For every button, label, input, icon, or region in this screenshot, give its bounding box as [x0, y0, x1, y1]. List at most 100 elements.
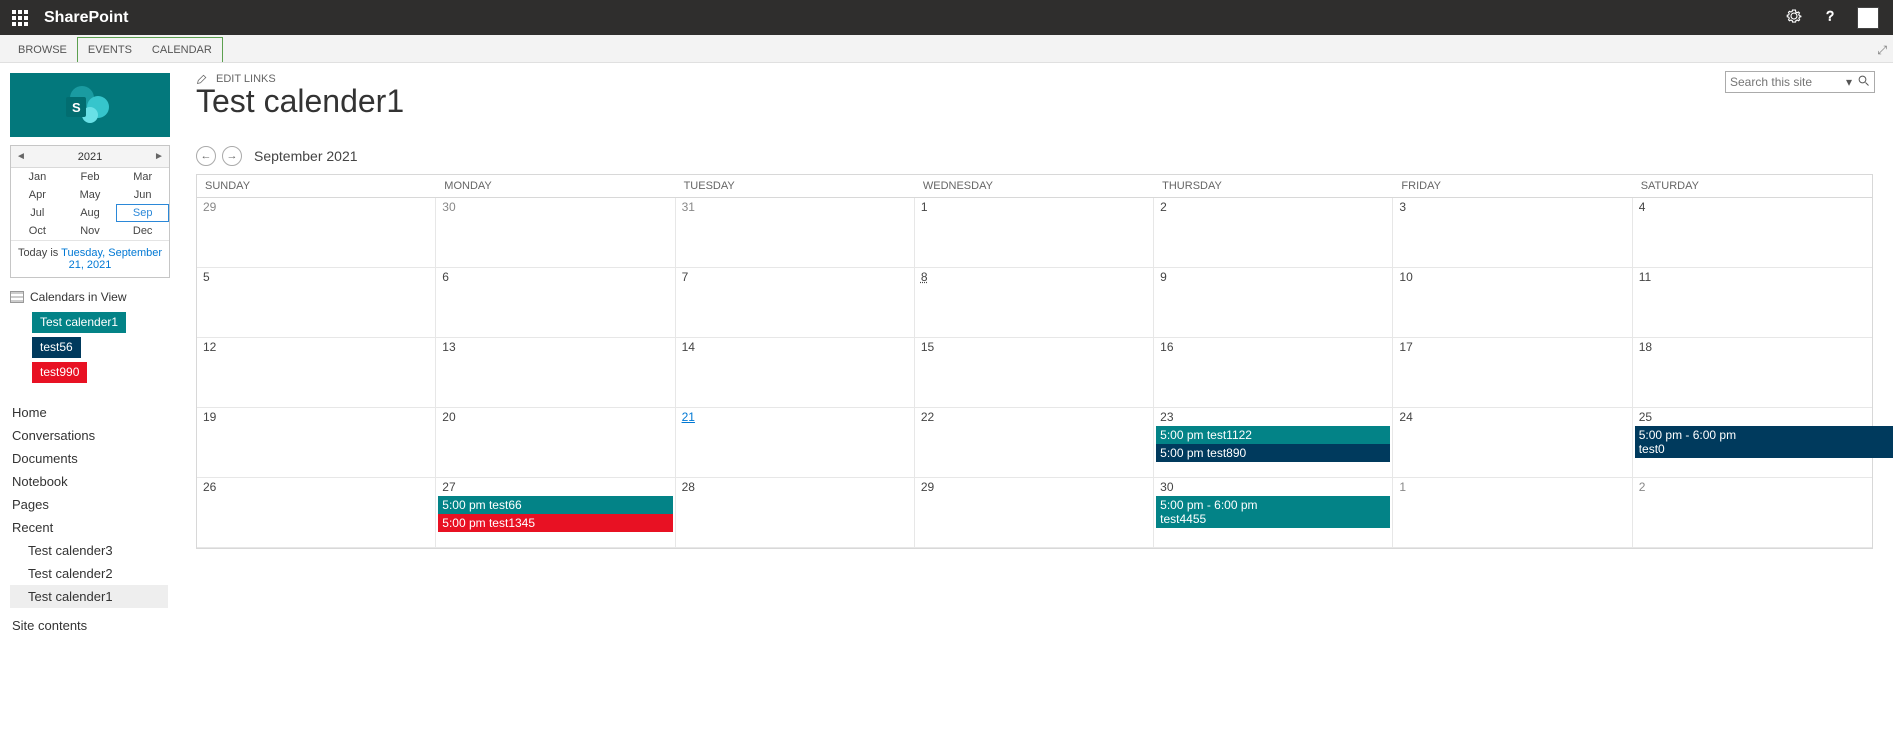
app-launcher-icon[interactable]: [8, 6, 32, 30]
calendar-cell[interactable]: 20: [436, 408, 675, 478]
search-box[interactable]: ▾: [1725, 71, 1875, 93]
date-number: 15: [921, 340, 1147, 354]
calendar-cell[interactable]: 305:00 pm - 6:00 pmtest4455: [1154, 478, 1393, 548]
search-input[interactable]: [1730, 75, 1830, 89]
suite-bar: SharePoint ?: [0, 0, 1893, 35]
calendar-cell[interactable]: 22: [915, 408, 1154, 478]
nav-recent-child[interactable]: Test calender3: [10, 539, 168, 562]
calendar-chip[interactable]: test56: [32, 337, 81, 358]
calendar-cell[interactable]: 2: [1633, 478, 1872, 548]
calendar-cell[interactable]: 26: [197, 478, 436, 548]
calendar-cell[interactable]: 18: [1633, 338, 1872, 408]
search-icon[interactable]: [1858, 75, 1870, 90]
calendar-cell[interactable]: 11: [1633, 268, 1872, 338]
focus-content-icon[interactable]: ⤢: [1877, 43, 1887, 58]
calendar-cell[interactable]: 5: [197, 268, 436, 338]
calendar-cell[interactable]: 9: [1154, 268, 1393, 338]
month-apr[interactable]: Apr: [11, 186, 64, 204]
nav-recent-child[interactable]: Test calender2: [10, 562, 168, 585]
calendar-chip[interactable]: test990: [32, 362, 87, 383]
month-aug[interactable]: Aug: [64, 204, 117, 222]
svg-text:?: ?: [1826, 9, 1834, 24]
calendar-event[interactable]: 5:00 pm test66: [438, 496, 672, 514]
avatar[interactable]: [1857, 7, 1879, 29]
search-dropdown-icon[interactable]: ▾: [1846, 75, 1852, 90]
date-number: 18: [1639, 340, 1866, 354]
help-icon[interactable]: ?: [1821, 7, 1839, 28]
ribbon-tab-calendar[interactable]: CALENDAR: [142, 38, 222, 62]
nav-documents[interactable]: Documents: [10, 447, 168, 470]
date-number: 25: [1639, 410, 1866, 424]
year-next-icon[interactable]: ►: [149, 151, 169, 162]
calendar-cell[interactable]: 17: [1393, 338, 1632, 408]
nav-conversations[interactable]: Conversations: [10, 424, 168, 447]
year-prev-icon[interactable]: ◄: [11, 151, 31, 162]
calendar-cell[interactable]: 1: [915, 198, 1154, 268]
month-nov[interactable]: Nov: [64, 222, 117, 240]
calendar-cell[interactable]: 29: [915, 478, 1154, 548]
date-number: 24: [1399, 410, 1625, 424]
calendar-cell[interactable]: 6: [436, 268, 675, 338]
calendar-cell[interactable]: 14: [676, 338, 915, 408]
calendar-cell[interactable]: 12: [197, 338, 436, 408]
calendar-event[interactable]: 5:00 pm - 6:00 pmtest4455: [1156, 496, 1390, 528]
calendar-cell[interactable]: 4: [1633, 198, 1872, 268]
calendar-event[interactable]: 5:00 pm - 6:00 pmtest0: [1635, 426, 1893, 458]
calendar-event[interactable]: 5:00 pm test1122: [1156, 426, 1390, 444]
month-jul[interactable]: Jul: [11, 204, 64, 222]
next-month-button[interactable]: →: [222, 146, 242, 166]
calendar-cell[interactable]: 10: [1393, 268, 1632, 338]
date-number: 31: [682, 200, 908, 214]
date-number: 2: [1639, 480, 1866, 494]
month-may[interactable]: May: [64, 186, 117, 204]
date-number: 21: [682, 410, 908, 424]
date-number: 23: [1160, 410, 1386, 424]
nav-site-contents[interactable]: Site contents: [10, 614, 168, 637]
calendar-cell[interactable]: 275:00 pm test665:00 pm test1345: [436, 478, 675, 548]
calendar-cell[interactable]: 28: [676, 478, 915, 548]
calendar-cell[interactable]: 2: [1154, 198, 1393, 268]
calendar-cell[interactable]: 21: [676, 408, 915, 478]
calendar-chip[interactable]: Test calender1: [32, 312, 126, 333]
calendar-cell[interactable]: 24: [1393, 408, 1632, 478]
month-jun[interactable]: Jun: [116, 186, 169, 204]
site-logo[interactable]: S: [10, 73, 170, 137]
calendar-cell[interactable]: 29: [197, 198, 436, 268]
today-link[interactable]: Tuesday, September 21, 2021: [61, 247, 162, 271]
nav-recent[interactable]: Recent: [10, 516, 168, 539]
nav-pages[interactable]: Pages: [10, 493, 168, 516]
nav-notebook[interactable]: Notebook: [10, 470, 168, 493]
calendar-cell[interactable]: 15: [915, 338, 1154, 408]
calendar-cell[interactable]: 255:00 pm - 6:00 pmtest0: [1633, 408, 1872, 478]
year-label[interactable]: 2021: [31, 151, 149, 163]
date-number: 9: [1160, 270, 1386, 284]
calendar-cell[interactable]: 13: [436, 338, 675, 408]
ribbon-tab-browse[interactable]: BROWSE: [8, 38, 77, 62]
month-label: September 2021: [254, 148, 358, 164]
nav-recent-child[interactable]: Test calender1: [10, 585, 168, 608]
nav-home[interactable]: Home: [10, 401, 168, 424]
calendar-cell[interactable]: 8: [915, 268, 1154, 338]
month-feb[interactable]: Feb: [64, 168, 117, 186]
ribbon-tab-events[interactable]: EVENTS: [78, 38, 142, 62]
calendar-nav: ← → September 2021: [196, 146, 1873, 166]
calendar-cell[interactable]: 7: [676, 268, 915, 338]
date-number: 12: [203, 340, 429, 354]
month-mar[interactable]: Mar: [116, 168, 169, 186]
calendar-cell[interactable]: 16: [1154, 338, 1393, 408]
month-jan[interactable]: Jan: [11, 168, 64, 186]
calendar-event[interactable]: 5:00 pm test890: [1156, 444, 1390, 462]
date-number: 16: [1160, 340, 1386, 354]
calendar-cell[interactable]: 31: [676, 198, 915, 268]
calendar-cell[interactable]: 3: [1393, 198, 1632, 268]
calendar-cell[interactable]: 19: [197, 408, 436, 478]
calendar-cell[interactable]: 1: [1393, 478, 1632, 548]
calendar-cell[interactable]: 23 5:00 pm test11225:00 pm test890: [1154, 408, 1393, 478]
month-oct[interactable]: Oct: [11, 222, 64, 240]
month-sep[interactable]: Sep: [116, 204, 169, 222]
month-dec[interactable]: Dec: [116, 222, 169, 240]
gear-icon[interactable]: [1785, 7, 1803, 28]
calendar-event[interactable]: 5:00 pm test1345: [438, 514, 672, 532]
calendar-cell[interactable]: 30: [436, 198, 675, 268]
prev-month-button[interactable]: ←: [196, 146, 216, 166]
